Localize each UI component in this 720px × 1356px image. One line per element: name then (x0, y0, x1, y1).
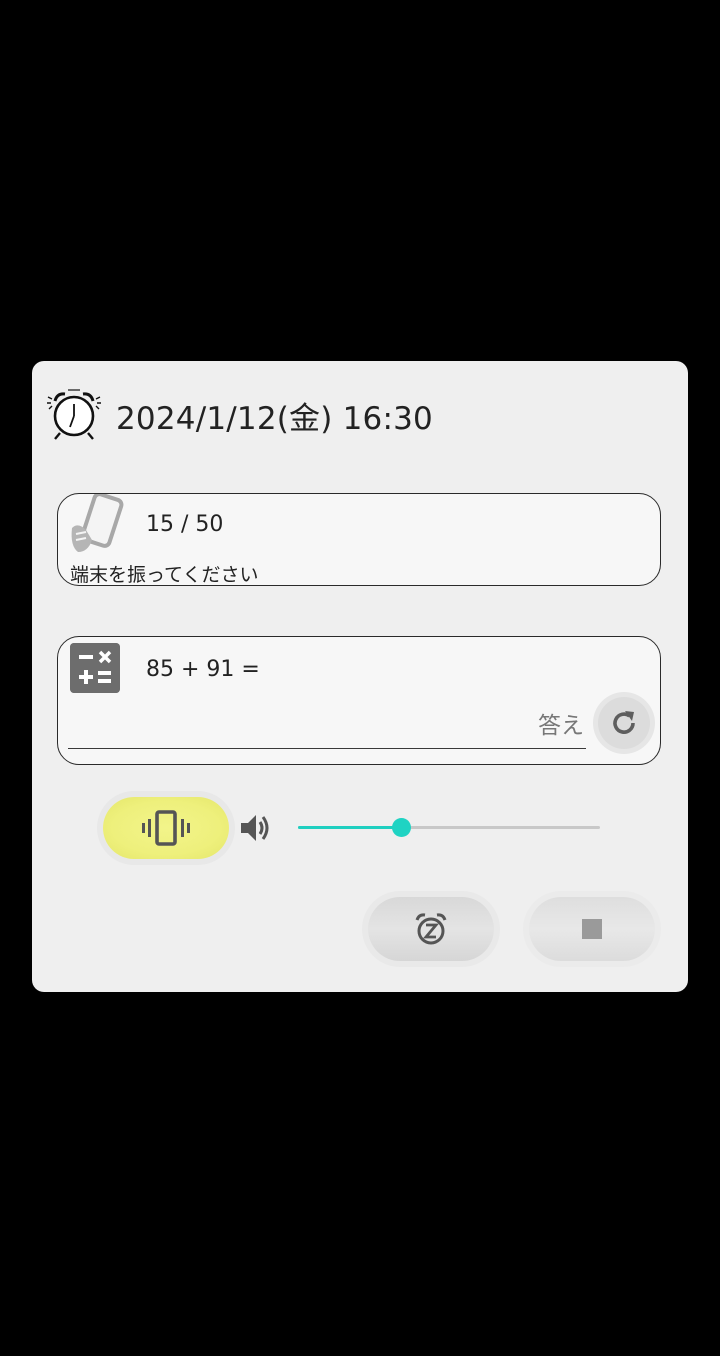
stop-icon (582, 919, 602, 939)
shake-task-card: 15 / 50 端末を振ってください (57, 493, 661, 586)
alarm-datetime: 2024/1/12(金) 16:30 (116, 400, 433, 437)
alarm-dialog: 2024/1/12(金) 16:30 15 / 50 端末を振ってください 85… (32, 361, 688, 992)
alarm-clock-icon (47, 389, 101, 440)
shake-phone-icon (71, 494, 124, 552)
dialog-header: 2024/1/12(金) 16:30 (44, 387, 433, 443)
refresh-icon (613, 711, 635, 734)
vibrate-toggle-button[interactable] (103, 797, 229, 859)
snooze-button[interactable] (368, 897, 494, 961)
volume-slider[interactable] (298, 813, 600, 843)
shake-count: 15 / 50 (146, 512, 224, 537)
vibrate-icon (142, 810, 190, 846)
answer-input[interactable] (68, 703, 586, 749)
volume-slider-thumb[interactable] (391, 818, 411, 837)
calculator-icon (70, 643, 120, 693)
snooze-icon (415, 913, 447, 945)
shake-instruction: 端末を振ってください (70, 564, 259, 586)
speaker-icon (241, 815, 269, 841)
volume-slider-fill (298, 826, 401, 829)
math-equation: 85 + 91 = (146, 657, 260, 682)
stop-alarm-button[interactable] (529, 897, 655, 961)
math-task-card: 85 + 91 = (57, 636, 661, 765)
refresh-equation-button[interactable] (598, 697, 650, 749)
